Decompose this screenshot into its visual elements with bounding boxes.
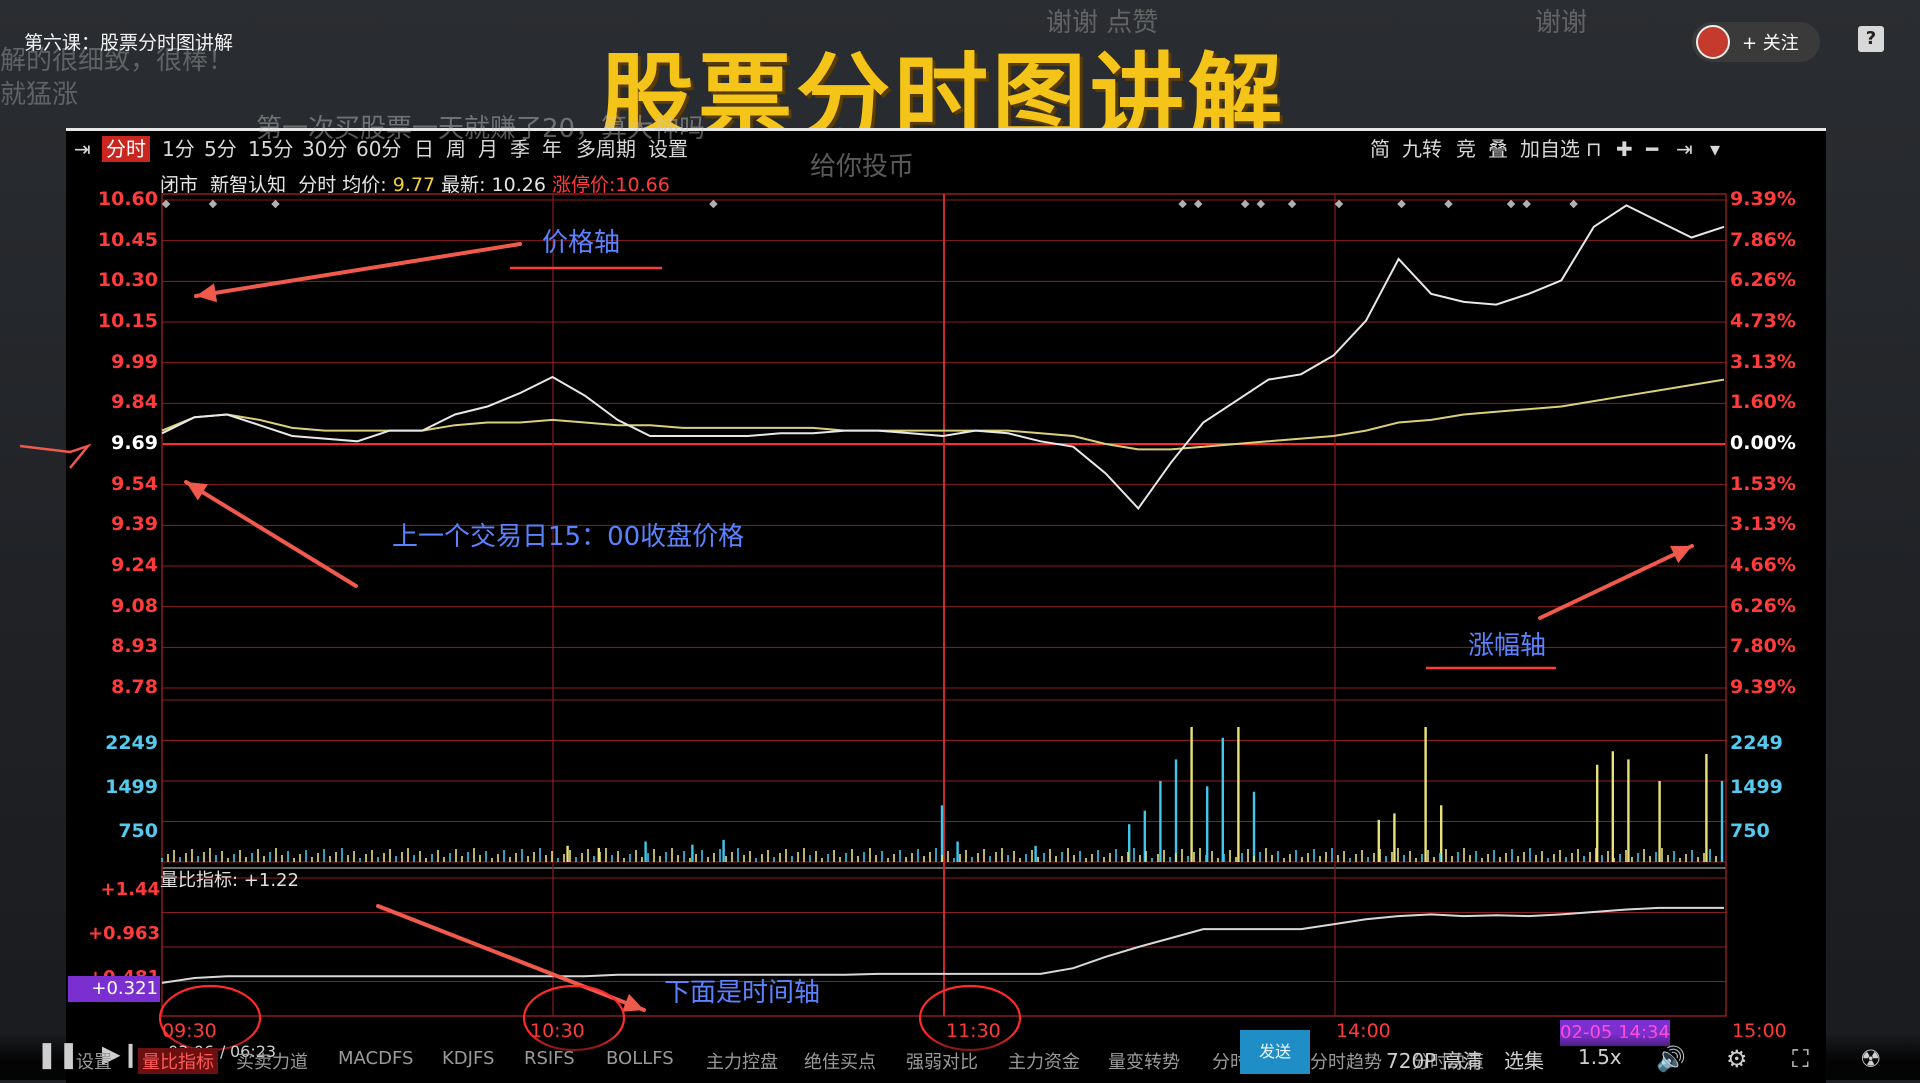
indicator-tab[interactable]: 量变转势 <box>1108 1048 1180 1074</box>
indicator-tab[interactable]: 量比指标 <box>138 1048 218 1074</box>
indicator-tab[interactable]: 设置 <box>76 1048 112 1074</box>
arrow-time-axis <box>376 904 646 1012</box>
indicator-tab[interactable]: 买卖力道 <box>236 1048 308 1074</box>
event-marker <box>161 199 171 209</box>
volume-tick-label: 2249 <box>105 732 158 754</box>
ratio-indicator-label: 量比指标: +1.22 <box>160 870 299 891</box>
intraday-chart <box>19 193 1727 1052</box>
volume-tick-label-right: 750 <box>1730 820 1770 842</box>
ratio-tick-label: +0.963 <box>87 923 160 944</box>
quality-selector[interactable]: 720P 高清 <box>1386 1045 1483 1074</box>
danmaku-5: 第一次买股票一天就赚了20，算大神吗 <box>256 114 706 144</box>
event-marker <box>709 199 718 209</box>
event-marker <box>1397 199 1406 209</box>
event-marker <box>1178 199 1187 209</box>
event-marker <box>1240 199 1250 209</box>
fullscreen-icon[interactable]: ⛶ <box>1792 1045 1809 1073</box>
price-tick-label: 10.45 <box>97 228 158 251</box>
pause-icon[interactable]: ❚❚ <box>36 1040 80 1070</box>
volume-tick-label: 1499 <box>105 776 158 798</box>
ratio-current-value: +0.321 <box>68 976 160 1002</box>
annotation-pct-axis: 涨幅轴 <box>1468 631 1547 661</box>
price-tick-label: 9.24 <box>111 554 158 576</box>
price-tick-label: 9.69 <box>111 432 158 454</box>
volume-tick-label-right: 1499 <box>1730 776 1783 798</box>
indicator-tab[interactable]: 绝佳买点 <box>804 1048 876 1074</box>
percent-tick-label: 7.80% <box>1730 635 1796 658</box>
percent-tick-label: 6.26% <box>1730 594 1796 617</box>
price-tick-label: 10.60 <box>97 188 158 210</box>
annotation-time-axis: 下面是时间轴 <box>664 978 821 1008</box>
event-marker <box>1506 199 1516 209</box>
time-separator: / <box>220 1042 226 1061</box>
event-marker <box>1256 199 1266 209</box>
volume-tick-label-right: 2249 <box>1730 732 1783 754</box>
indicator-tab[interactable]: MACDFS <box>338 1048 413 1069</box>
arrow-price-axis-head <box>196 283 218 303</box>
percent-tick-label: 6.26% <box>1730 269 1796 292</box>
settings-icon[interactable]: ⚙ <box>1726 1045 1748 1073</box>
danmaku-6: 给你投币 <box>810 152 915 182</box>
percent-tick-label: 7.86% <box>1730 228 1796 251</box>
indicator-tab[interactable]: 强弱对比 <box>906 1048 978 1074</box>
episodes-button[interactable]: 选集 <box>1504 1045 1544 1074</box>
indicator-tab[interactable]: 分时趋势 <box>1310 1048 1382 1074</box>
event-marker <box>271 199 280 209</box>
volume-icon[interactable]: 🔊 <box>1656 1045 1686 1073</box>
arrow-pct-axis <box>1538 544 1694 620</box>
indicator-tab[interactable]: RSIFS <box>524 1048 575 1069</box>
percent-tick-label: 0.00% <box>1730 432 1796 454</box>
price-tick-label: 9.84 <box>111 391 158 414</box>
indicator-tab[interactable]: 主力控盘 <box>706 1048 778 1074</box>
price-tick-label: 10.30 <box>97 269 158 292</box>
event-marker <box>1444 199 1453 209</box>
indicator-tab[interactable]: KDJFS <box>442 1048 494 1069</box>
arrow-price-axis <box>194 242 522 298</box>
percent-tick-label: 1.53% <box>1730 472 1796 495</box>
arrow-prev-close <box>184 480 358 588</box>
send-button[interactable]: 发送 <box>1240 1030 1310 1074</box>
percent-tick-label: 4.73% <box>1730 310 1796 332</box>
event-marker <box>1334 199 1344 209</box>
indicator-tab[interactable]: 主力资金 <box>1008 1048 1080 1074</box>
percent-tick-label: 1.60% <box>1730 391 1796 414</box>
price-tick-label: 8.93 <box>111 635 158 658</box>
price-tick-label: 8.78 <box>111 676 158 698</box>
percent-tick-label: 3.13% <box>1730 350 1796 373</box>
annotation-prev-close: 上一个交易日15：00收盘价格 <box>392 522 745 552</box>
price-tick-label: 9.99 <box>111 350 158 373</box>
speed-selector[interactable]: 1.5x <box>1578 1045 1622 1069</box>
event-marker <box>1569 199 1578 209</box>
event-marker <box>1193 199 1203 209</box>
volume-tick-label: 750 <box>118 820 158 842</box>
ratio-tick-label: +1.44 <box>100 879 161 900</box>
price-tick-label: 10.15 <box>97 310 158 332</box>
event-marker <box>208 199 218 209</box>
percent-tick-label: 9.39% <box>1730 188 1796 210</box>
danmaku-toggle-icon[interactable]: ☢ <box>1860 1045 1882 1073</box>
percent-tick-label: 3.13% <box>1730 513 1796 536</box>
price-tick-label: 9.39 <box>111 513 158 536</box>
annotation-price-axis: 价格轴 <box>542 228 621 258</box>
event-marker <box>1287 199 1297 209</box>
price-tick-label: 9.54 <box>111 472 158 495</box>
indicator-tab[interactable]: BOLLFS <box>606 1048 674 1069</box>
event-marker <box>1522 199 1531 209</box>
percent-tick-label: 4.66% <box>1730 554 1796 576</box>
percent-tick-label: 9.39% <box>1730 676 1796 698</box>
price-tick-label: 9.08 <box>111 594 158 617</box>
